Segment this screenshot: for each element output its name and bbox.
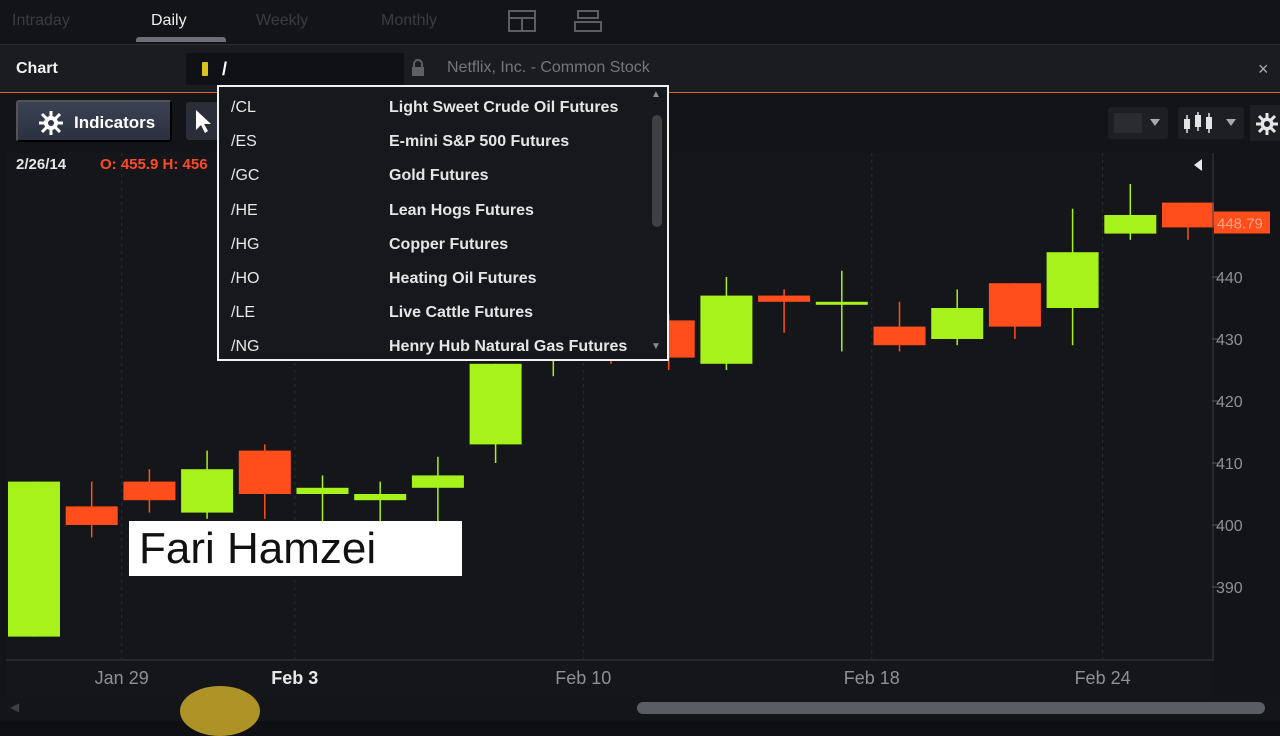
symbol-description: Lean Hogs Futures [389,201,534,219]
close-icon[interactable]: × [1258,59,1269,80]
symbol-list-item[interactable]: /GC Gold Futures [219,157,649,191]
watermark-banner: Fari Hamzei [129,521,462,576]
stacked-layout-icon[interactable] [574,10,602,32]
y-tick-label: 440 [1216,270,1243,287]
candle-body [65,506,118,525]
candle-body [988,283,1041,327]
symbol-list-item[interactable]: /LE Live Cattle Futures [219,294,649,328]
chevron-down-icon [1150,119,1160,126]
x-tick-label: Feb 3 [271,668,318,688]
tab-monthly[interactable]: Monthly [381,12,437,30]
gear-icon [1256,113,1278,135]
active-tab-indicator [136,37,226,42]
tab-intraday[interactable]: Intraday [12,12,70,30]
candle-body [873,326,926,346]
candle-body [181,469,234,513]
grid-layout-icon[interactable] [508,10,536,32]
candle-body [123,481,176,501]
symbol-code: /CL [231,99,256,116]
symbol-code: /NG [231,338,260,356]
symbol-description: Gold Futures [389,167,489,185]
watermark-text: Fari Hamzei [139,524,377,573]
company-name: Netflix, Inc. - Common Stock [447,59,650,76]
candle-body [8,481,60,637]
list-scrollbar-thumb[interactable] [652,115,662,227]
x-tick-label: Jan 29 [95,668,149,688]
symbol-input[interactable] [222,57,392,81]
y-tick-label: 410 [1216,456,1243,473]
indicators-button[interactable]: Indicators [16,100,172,142]
candle-body [1046,252,1099,308]
symbol-list-item[interactable]: /HE Lean Hogs Futures [219,192,649,226]
candle-body [700,295,753,364]
chart-title: Chart [16,60,58,77]
pointer-tool-button[interactable] [186,102,220,140]
candle-body [411,475,464,488]
candle-body [354,494,407,501]
candle-body [296,487,349,494]
link-color-indicator[interactable] [202,62,208,76]
y-tick-label: 420 [1216,394,1243,411]
symbol-list-item[interactable]: /HO Heating Oil Futures [219,260,649,294]
chart-settings-button[interactable] [1250,105,1280,141]
candle-body [1104,215,1157,234]
indicators-gear-icon [39,111,63,135]
candle-body [758,295,811,302]
symbol-code: /HG [231,235,260,253]
symbol-list-item[interactable]: /HG Copper Futures [219,226,649,260]
symbol-suggestion-list[interactable]: /CL Light Sweet Crude Oil Futures/ES E-min… [217,85,669,361]
symbol-description: Light Sweet Crude Oil Futures [389,99,619,116]
chart-type-dropdown[interactable] [1178,107,1244,139]
indicators-label: Indicators [74,113,156,132]
x-tick-label: Feb 18 [844,668,900,688]
scroll-up-arrow-icon[interactable]: ▲ [651,89,661,100]
candle-body [815,301,868,305]
tab-weekly[interactable]: Weekly [256,12,308,30]
y-tick-label: 400 [1216,518,1243,535]
symbol-list-item[interactable]: /CL Light Sweet Crude Oil Futures [219,89,649,123]
last-price-label: 448.79 [1217,216,1263,233]
ohlc-readout: O: 455.9 H: 456 [100,156,208,173]
symbol-entry-box [186,53,404,85]
candle-body [931,308,984,339]
symbol-description: Live Cattle Futures [389,304,534,322]
scroll-down-arrow-icon[interactable]: ▼ [651,341,661,352]
symbol-list-item[interactable]: /NG Henry Hub Natural Gas Futures [219,328,649,359]
y-tick-label: 430 [1216,332,1243,349]
symbol-description: Henry Hub Natural Gas Futures [389,338,628,356]
chevron-down-icon [1226,119,1236,126]
symbol-code: /HE [231,201,258,219]
candle-body [238,450,291,494]
scroll-left-arrow-icon[interactable]: ◀ [10,700,19,714]
symbol-code: /LE [231,304,256,322]
tab-daily[interactable]: Daily [151,12,187,30]
y-tick-label: 390 [1216,580,1243,597]
timeframe-tab-bar: Intraday Daily Weekly Monthly [0,0,1280,44]
lock-icon[interactable] [410,59,426,77]
symbol-code: /HO [231,270,260,287]
color-swatch [1114,113,1142,133]
x-tick-label: Feb 24 [1075,668,1131,688]
mouse-highlight [180,686,260,736]
color-scheme-dropdown[interactable] [1108,107,1168,139]
candle-body [469,363,522,445]
list-scrollbar[interactable]: ▲ ▼ [649,89,663,357]
candlestick-type-icon [1184,112,1212,133]
bar-date-readout: 2/26/14 [16,156,67,173]
symbol-code: /ES [231,133,257,151]
symbol-description: Heating Oil Futures [389,270,537,287]
symbol-code: /GC [231,167,260,185]
symbol-list-item[interactable]: /ES E-mini S&P 500 Futures [219,123,649,157]
scrollbar-thumb[interactable] [637,702,1265,714]
symbol-description: E-mini S&P 500 Futures [389,133,570,151]
candle-body [1162,202,1214,228]
x-tick-label: Feb 10 [555,668,611,688]
symbol-description: Copper Futures [389,235,509,253]
cursor-arrow-icon [196,110,211,133]
